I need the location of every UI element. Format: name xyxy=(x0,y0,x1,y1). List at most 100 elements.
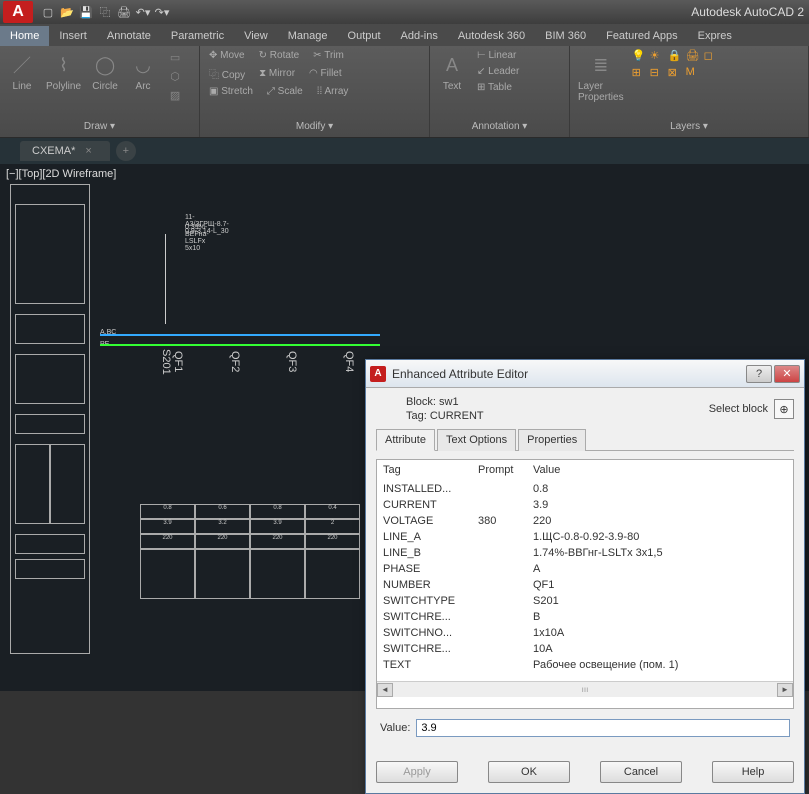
doc-tab[interactable]: CXEMA* × xyxy=(20,141,110,161)
attribute-row[interactable]: LINE_B1.74%-ВВГнг-LSLTx 3x1,5 xyxy=(377,545,793,561)
scroll-right-icon[interactable]: ► xyxy=(777,683,793,697)
tab-autodesk360[interactable]: Autodesk 360 xyxy=(448,26,535,46)
line-button[interactable]: ／Line xyxy=(6,49,38,94)
mirror-button[interactable]: ⧗ Mirror xyxy=(256,65,298,82)
plot-icon[interactable]: 🖨 xyxy=(686,49,700,63)
cancel-button[interactable]: Cancel xyxy=(600,761,682,783)
redo-icon[interactable]: ↷▾ xyxy=(154,4,170,20)
layers-icon: ≣ xyxy=(587,51,615,79)
attribute-row[interactable]: INSTALLED...0.8 xyxy=(377,481,793,497)
tab-addins[interactable]: Add-ins xyxy=(391,26,448,46)
layer-tool-4[interactable]: M xyxy=(686,66,700,80)
panel-annotation-label[interactable]: Annotation ▾ xyxy=(436,119,563,134)
schematic-topline2: 0.39%-BEFна-LSLFx 5x10 xyxy=(185,224,209,252)
tab-view[interactable]: View xyxy=(234,26,278,46)
tab-output[interactable]: Output xyxy=(338,26,391,46)
dialog-logo-icon: A xyxy=(370,366,386,382)
draw-more-1[interactable]: ▭ xyxy=(165,49,185,65)
attribute-row[interactable]: NUMBERQF1 xyxy=(377,577,793,593)
dialog-title: Enhanced Attribute Editor xyxy=(392,367,744,381)
ok-button[interactable]: OK xyxy=(488,761,570,783)
rotate-button[interactable]: ↻ Rotate xyxy=(256,49,303,62)
viewport-label[interactable]: [−][Top][2D Wireframe] xyxy=(6,168,116,180)
linear-button[interactable]: ⊢ Linear xyxy=(474,49,522,62)
panel-modify-label[interactable]: Modify ▾ xyxy=(206,119,423,134)
tab-featured[interactable]: Featured Apps xyxy=(596,26,688,46)
tab-manage[interactable]: Manage xyxy=(278,26,338,46)
tag-label: Tag: CURRENT xyxy=(406,410,484,422)
help-button[interactable]: Help xyxy=(712,761,794,783)
attribute-row[interactable]: VOLTAGE380220 xyxy=(377,513,793,529)
copy-button[interactable]: ⿻ Copy xyxy=(206,65,248,82)
help-icon[interactable]: ? xyxy=(746,365,772,383)
col-prompt: Prompt xyxy=(478,464,533,476)
tab-attribute[interactable]: Attribute xyxy=(376,429,435,451)
polyline-button[interactable]: ⌇Polyline xyxy=(44,49,83,94)
close-icon[interactable]: × xyxy=(85,145,91,157)
bulb-icon[interactable]: 💡 xyxy=(632,49,646,63)
open-icon[interactable]: 📂 xyxy=(59,4,75,20)
attribute-row[interactable]: CURRENT3.9 xyxy=(377,497,793,513)
tab-parametric[interactable]: Parametric xyxy=(161,26,234,46)
save-icon[interactable]: 💾 xyxy=(78,4,94,20)
panel-annotation: AText ⊢ Linear ↙ Leader ⊞ Table Annotati… xyxy=(430,46,570,137)
app-title: Autodesk AutoCAD 2 xyxy=(691,5,804,19)
quick-access-toolbar: ▢ 📂 💾 ⿻ 🖨 ↶▾ ↷▾ xyxy=(40,4,170,20)
leader-button[interactable]: ↙ Leader xyxy=(474,65,522,78)
tab-bim360[interactable]: BIM 360 xyxy=(535,26,596,46)
dialog-titlebar[interactable]: A Enhanced Attribute Editor ? ✕ xyxy=(366,360,804,388)
attribute-row[interactable]: TEXTРабочее освещение (пом. 1) xyxy=(377,657,793,673)
select-block-button[interactable]: ⊕ xyxy=(774,399,794,419)
trim-button[interactable]: ✂ Trim xyxy=(310,49,347,62)
stretch-button[interactable]: ▣ Stretch xyxy=(206,85,256,98)
attribute-row[interactable]: PHASEA xyxy=(377,561,793,577)
attribute-row[interactable]: LINE_A1.ЩС-0.8-0.92-3.9-80 xyxy=(377,529,793,545)
block-label: Block: sw1 xyxy=(406,396,484,408)
circle-button[interactable]: ◯Circle xyxy=(89,49,121,94)
scroll-left-icon[interactable]: ◄ xyxy=(377,683,393,697)
value-input[interactable] xyxy=(416,719,790,737)
layer-tool-3[interactable]: ⊠ xyxy=(668,66,682,80)
move-button[interactable]: ✥ Move xyxy=(206,49,248,62)
tab-annotate[interactable]: Annotate xyxy=(97,26,161,46)
panel-draw-label[interactable]: Draw ▾ xyxy=(6,119,193,134)
tab-text-options[interactable]: Text Options xyxy=(437,429,516,451)
draw-more-3[interactable]: ▨ xyxy=(165,87,185,103)
sun-icon[interactable]: ☀ xyxy=(650,49,664,63)
lock-icon[interactable]: 🔒 xyxy=(668,49,682,63)
polyline-icon: ⌇ xyxy=(50,51,78,79)
panel-layers-label[interactable]: Layers ▾ xyxy=(576,119,802,134)
text-button[interactable]: AText xyxy=(436,49,468,94)
draw-more-2[interactable]: ⬡ xyxy=(165,68,185,84)
table-button[interactable]: ⊞ Table xyxy=(474,81,522,94)
tab-home[interactable]: Home xyxy=(0,26,49,46)
close-dialog-icon[interactable]: ✕ xyxy=(774,365,800,383)
color-icon[interactable]: ◻ xyxy=(704,49,718,63)
new-tab-button[interactable]: + xyxy=(116,141,136,161)
attribute-row[interactable]: SWITCHNO...1x10A xyxy=(377,625,793,641)
attribute-row[interactable]: SWITCHRE...10A xyxy=(377,641,793,657)
drawing-canvas[interactable]: [−][Top][2D Wireframe] 11-A3/3ГРЩ-8.7-0.… xyxy=(0,164,809,691)
doc-tab-label: CXEMA* xyxy=(32,145,75,157)
layer-tool-1[interactable]: ⊞ xyxy=(632,66,646,80)
apply-button[interactable]: Apply xyxy=(376,761,458,783)
arc-button[interactable]: ◡Arc xyxy=(127,49,159,94)
scale-button[interactable]: ⤢ Scale xyxy=(264,85,306,98)
horizontal-scrollbar[interactable]: ◄ ııı ► xyxy=(377,681,793,697)
plot-icon[interactable]: 🖨 xyxy=(116,4,132,20)
attribute-list: Tag Prompt Value INSTALLED...0.8CURRENT3… xyxy=(376,459,794,709)
attribute-row[interactable]: SWITCHTYPES201 xyxy=(377,593,793,609)
array-button[interactable]: ⁞⁞ Array xyxy=(314,85,352,98)
fillet-button[interactable]: ◠ Fillet xyxy=(306,65,345,82)
tab-insert[interactable]: Insert xyxy=(49,26,97,46)
text-icon: A xyxy=(438,51,466,79)
tab-express[interactable]: Expres xyxy=(688,26,742,46)
tab-properties[interactable]: Properties xyxy=(518,429,586,451)
app-logo[interactable]: A xyxy=(3,1,33,23)
new-icon[interactable]: ▢ xyxy=(40,4,56,20)
layer-properties-button[interactable]: ≣Layer Properties xyxy=(576,49,626,105)
undo-icon[interactable]: ↶▾ xyxy=(135,4,151,20)
attribute-row[interactable]: SWITCHRE...B xyxy=(377,609,793,625)
saveall-icon[interactable]: ⿻ xyxy=(97,4,113,20)
layer-tool-2[interactable]: ⊟ xyxy=(650,66,664,80)
